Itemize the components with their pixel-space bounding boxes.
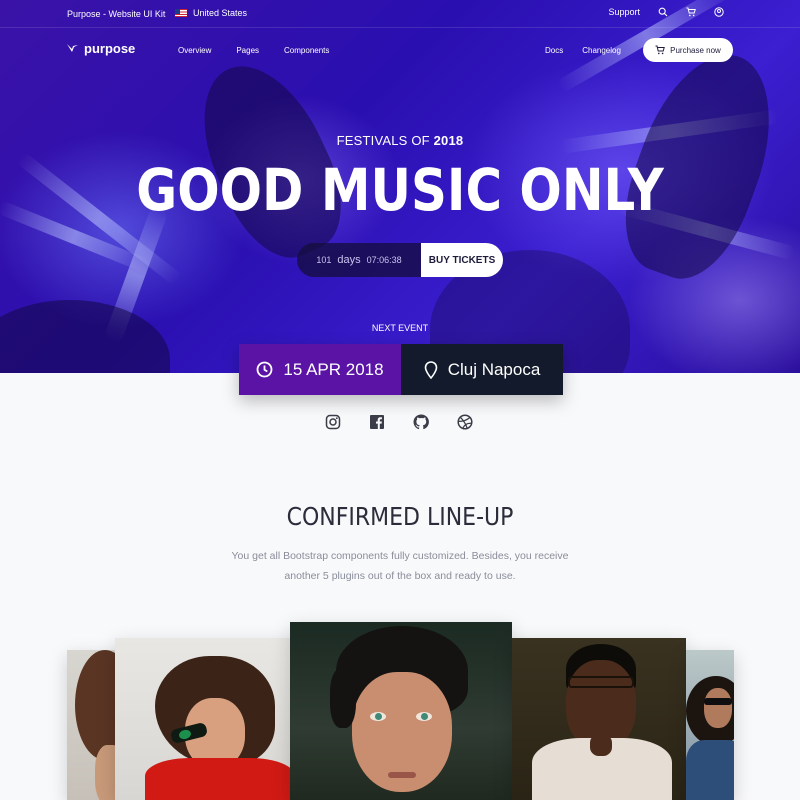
nav-link-docs[interactable]: Docs: [545, 46, 563, 55]
logo-icon: [67, 44, 78, 52]
lineup-description: You get all Bootstrap components fully c…: [231, 550, 569, 582]
logo-text: purpose: [84, 41, 136, 56]
artist-photo[interactable]: [67, 650, 117, 800]
support-link[interactable]: Support: [608, 7, 640, 17]
logo[interactable]: purpose: [67, 41, 135, 56]
nav-link-pages[interactable]: Pages: [236, 46, 259, 55]
ticket-widget: 101 days 07:06:38 BUY TICKETS: [297, 243, 503, 277]
countdown-time: 07:06:38: [366, 255, 402, 265]
dribbble-icon[interactable]: [457, 414, 473, 430]
event-location-text: Cluj Napoca: [447, 359, 541, 379]
event-card: 15 APR 2018 Cluj Napoca: [239, 344, 563, 395]
countdown-days-value: 101: [316, 255, 332, 265]
facebook-icon[interactable]: [369, 414, 385, 430]
lineup-title: CONFIRMED LINE-UP: [286, 502, 514, 531]
cart-icon: [655, 45, 666, 55]
country-label: United States: [193, 8, 248, 18]
us-flag-icon: [175, 9, 187, 17]
clock-icon: [256, 361, 273, 378]
brand-text[interactable]: Purpose - Website UI Kit: [67, 9, 165, 19]
top-bar: Purpose - Website UI Kit United States S…: [0, 0, 800, 28]
main-nav: purpose Overview Pages Components Docs C…: [0, 38, 800, 64]
next-event-label: NEXT EVENT: [371, 323, 429, 333]
festivals-heading: FESTIVALS OF 2018: [0, 133, 800, 148]
nav-link-components[interactable]: Components: [284, 46, 329, 55]
artist-photo[interactable]: [115, 638, 291, 800]
search-icon[interactable]: [658, 7, 668, 17]
hero-headline: GOOD MUSIC ONLY: [136, 156, 664, 224]
artist-photo[interactable]: [512, 638, 686, 800]
nav-link-changelog[interactable]: Changelog: [582, 46, 621, 55]
countdown: 101 days 07:06:38: [297, 243, 421, 277]
country-selector[interactable]: United States: [175, 8, 247, 18]
purchase-label: Purchase now: [670, 45, 721, 55]
crowd-silhouette: [0, 300, 170, 373]
user-icon[interactable]: [714, 7, 724, 17]
artist-photo[interactable]: [290, 622, 512, 800]
festivals-year: 2018: [433, 133, 464, 148]
buy-tickets-button[interactable]: BUY TICKETS: [421, 243, 503, 277]
event-date: 15 APR 2018: [239, 344, 401, 395]
instagram-icon[interactable]: [325, 414, 341, 430]
github-icon[interactable]: [413, 414, 429, 430]
event-location: Cluj Napoca: [401, 344, 563, 395]
purchase-button[interactable]: Purchase now: [643, 38, 733, 62]
countdown-days-label: days: [337, 254, 361, 266]
map-pin-icon: [424, 360, 437, 379]
social-links: [325, 414, 473, 430]
festivals-prefix: FESTIVALS OF: [336, 133, 430, 148]
artist-photo[interactable]: [686, 650, 734, 800]
nav-link-overview[interactable]: Overview: [178, 46, 211, 55]
event-date-text: 15 APR 2018: [283, 359, 384, 379]
cart-icon[interactable]: [686, 7, 696, 17]
